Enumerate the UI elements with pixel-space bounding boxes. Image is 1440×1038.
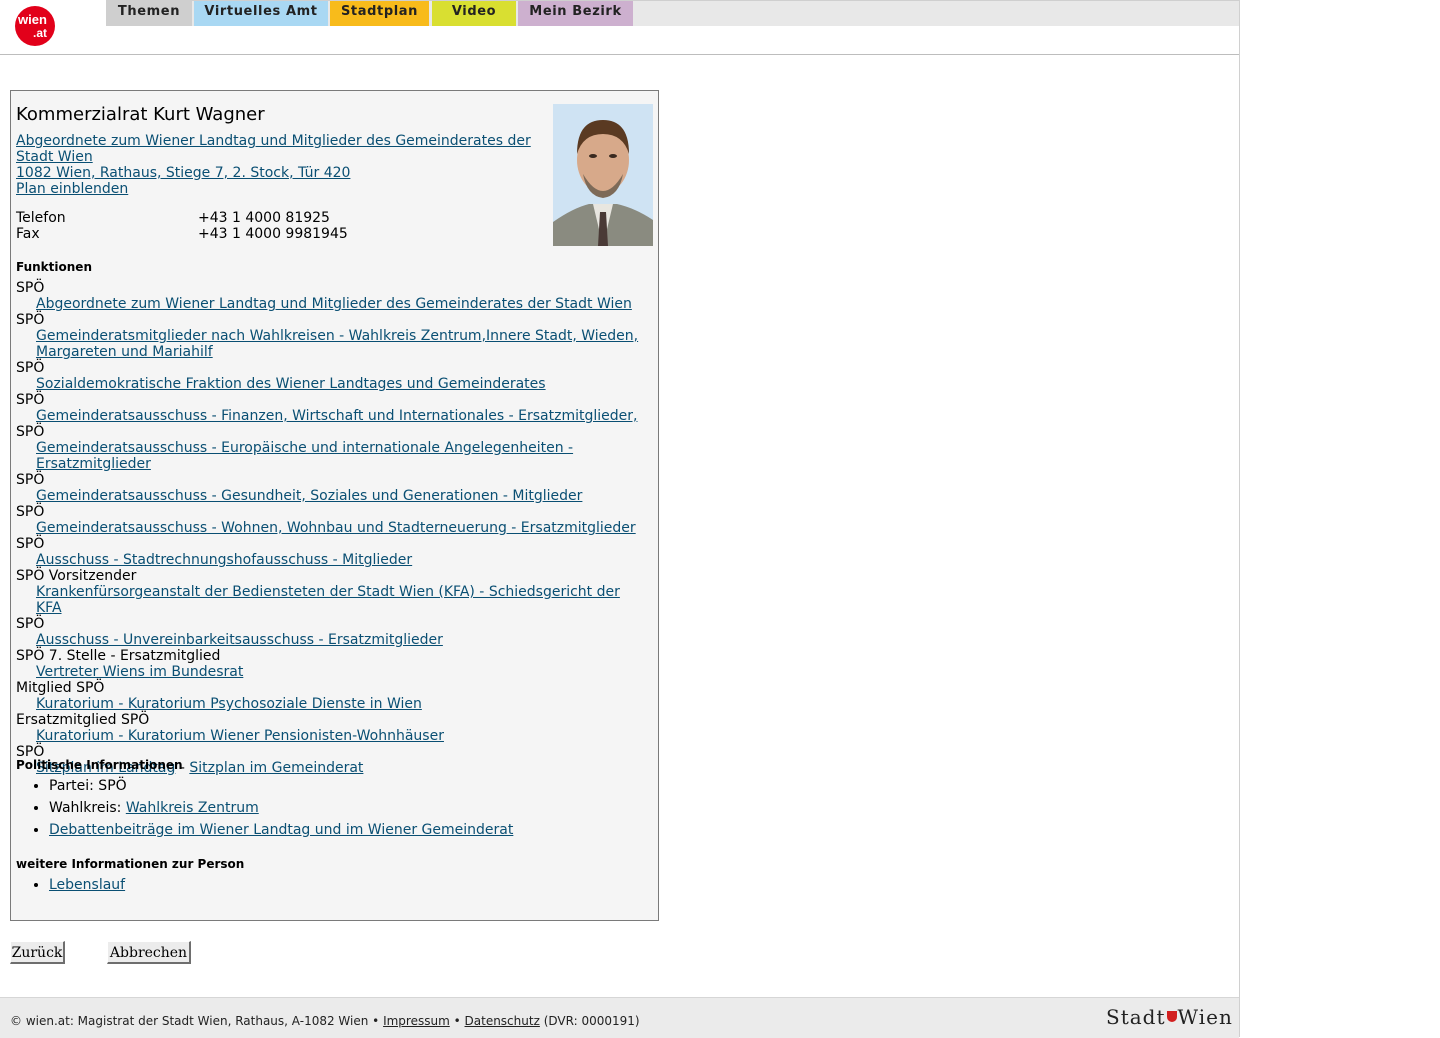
political-list: Partei: SPÖ Wahlkreis: Wahlkreis Zentrum… (16, 775, 513, 841)
person-card: Kommerzialrat Kurt Wagner Abgeordnete zu… (10, 90, 659, 921)
header: wien .at Themen Virtuelles Amt Stadtplan… (0, 0, 1239, 55)
stadt-logo-left: Stadt (1106, 1005, 1166, 1029)
function-item: SPÖ Vorsitzender Krankenfürsorgeanstalt d… (16, 568, 646, 616)
party-label: Partei: SPÖ (49, 778, 127, 794)
function-role: SPÖ 7. Stelle - Ersatzmitglied (16, 648, 221, 664)
function-role: SPÖ (16, 472, 45, 488)
office-link-line1: Abgeordnete zum Wiener Landtag und Mitgl… (16, 133, 531, 149)
function-item: SPÖ Gemeinderatsausschuss - Finanzen, Wir… (16, 392, 646, 424)
logo-text-at: .at (33, 26, 47, 40)
district-label: Wahlkreis: (49, 800, 122, 816)
address-link[interactable]: 1082 Wien, Rathaus, Stiege 7, 2. Stock, … (16, 165, 350, 181)
function-item: Ersatzmitglied SPÖ Kuratorium - Kuratoriu… (16, 712, 646, 744)
tab-mein-bezirk[interactable]: Mein Bezirk (518, 1, 633, 26)
more-info-heading: weitere Informationen zur Person (16, 857, 245, 871)
map-link[interactable]: Plan einblenden (16, 181, 128, 197)
tab-virtuelles-amt[interactable]: Virtuelles Amt (194, 1, 328, 26)
debate-item: Debattenbeiträge im Wiener Landtag und i… (49, 819, 513, 841)
debate-link[interactable]: Debattenbeiträge im Wiener Landtag und i… (49, 822, 513, 838)
coat-of-arms-icon (1166, 1011, 1177, 1022)
function-role: SPÖ (16, 504, 45, 520)
function-item: SPÖ Gemeinderatsausschuss - Gesundheit, S… (16, 472, 646, 504)
function-role: SPÖ (16, 392, 45, 408)
function-item: SPÖ 7. Stelle - Ersatzmitglied Vertreter … (16, 648, 646, 680)
function-item: SPÖ Gemeinderatsausschuss - Europäische u… (16, 424, 646, 472)
function-org-link[interactable]: Vertreter Wiens im Bundesrat (36, 664, 243, 680)
function-org-link[interactable]: Krankenfürsorgeanstalt der Bediensteten … (36, 584, 620, 616)
function-role: SPÖ (16, 312, 45, 328)
function-role: SPÖ (16, 360, 45, 376)
footer-dvr: (DVR: 0000191) (543, 1014, 640, 1028)
person-name: Kommerzialrat Kurt Wagner (16, 104, 265, 125)
function-org-link[interactable]: Kuratorium - Kuratorium Psychosoziale Di… (36, 696, 422, 712)
district-link[interactable]: Wahlkreis Zentrum (126, 800, 259, 816)
political-heading: Politische Informationen (16, 758, 183, 772)
function-item: SPÖ Ausschuss - Stadtrechnungshofausschus… (16, 536, 646, 568)
stadt-wien-logo[interactable]: Stadt Wien (1106, 1005, 1233, 1029)
wien-at-logo[interactable]: wien .at (14, 5, 56, 47)
footer-bullet: • (453, 1014, 461, 1028)
district-item: Wahlkreis: Wahlkreis Zentrum (49, 797, 513, 819)
function-role: SPÖ Vorsitzender (16, 568, 137, 584)
footer-copyright: © wien.at: Magistrat der Stadt Wien, Rat… (10, 1014, 380, 1028)
office-link[interactable]: Abgeordnete zum Wiener Landtag und Mitgl… (16, 133, 531, 165)
function-item: SPÖ Sozialdemokratische Fraktion des Wien… (16, 360, 646, 392)
function-role: Ersatzmitglied SPÖ (16, 712, 150, 728)
back-button[interactable]: Zurück (10, 941, 65, 964)
function-role: SPÖ (16, 424, 45, 440)
function-org-link[interactable]: Gemeinderatsmitglieder nach Wahlkreisen … (16, 328, 638, 360)
logo-text-wien: wien (17, 12, 47, 27)
phone-value: +43 1 4000 81925 (198, 210, 330, 226)
function-item: Mitglied SPÖ Kuratorium - Kuratorium Psyc… (16, 680, 646, 712)
tab-stadtplan[interactable]: Stadtplan (330, 1, 429, 26)
function-org-link[interactable]: Abgeordnete zum Wiener Landtag und Mitgl… (36, 296, 632, 312)
office-link-line2: Stadt Wien (16, 149, 93, 165)
function-org-link[interactable]: Kuratorium - Kuratorium Wiener Pensionis… (36, 728, 444, 744)
stadt-logo-right: Wien (1177, 1005, 1233, 1029)
function-org-link[interactable]: Gemeinderatsausschuss - Finanzen, Wirtsc… (36, 408, 637, 424)
function-item: SPÖ Gemeinderatsmitglieder nach Wahlkreis… (16, 312, 646, 360)
datenschutz-link[interactable]: Datenschutz (465, 1014, 540, 1028)
page: wien .at Themen Virtuelles Amt Stadtplan… (0, 0, 1240, 1038)
function-role: Mitglied SPÖ (16, 680, 105, 696)
cv-link[interactable]: Lebenslauf (49, 877, 125, 893)
functions-heading: Funktionen (16, 260, 92, 274)
function-org-link[interactable]: Gemeinderatsausschuss - Europäische und … (36, 440, 573, 472)
cancel-button[interactable]: Abbrechen (107, 941, 191, 964)
phone-label: Telefon (16, 210, 66, 226)
footer: © wien.at: Magistrat der Stadt Wien, Rat… (0, 997, 1239, 1038)
function-org-link[interactable]: Gemeinderatsausschuss - Wohnen, Wohnbau … (36, 520, 636, 536)
party-item: Partei: SPÖ (49, 775, 513, 797)
function-org-link[interactable]: Ausschuss - Unvereinbarkeitsausschuss - … (36, 632, 443, 648)
cv-item: Lebenslauf (49, 874, 125, 896)
contact-block: Abgeordnete zum Wiener Landtag und Mitgl… (16, 133, 531, 197)
impressum-link[interactable]: Impressum (383, 1014, 450, 1028)
more-info-list: Lebenslauf (16, 874, 125, 896)
function-org-link[interactable]: Ausschuss - Stadtrechnungshofausschuss -… (36, 552, 412, 568)
fax-label: Fax (16, 226, 40, 242)
tab-video[interactable]: Video (432, 1, 516, 26)
function-role: SPÖ (16, 616, 45, 632)
seating-gemeinderat-link[interactable]: Sitzplan im Gemeinderat (189, 760, 363, 776)
function-item: SPÖ Gemeinderatsausschuss - Wohnen, Wohnb… (16, 504, 646, 536)
function-org-link[interactable]: Sozialdemokratische Fraktion des Wiener … (36, 376, 546, 392)
function-role: SPÖ (16, 280, 45, 296)
function-item: SPÖ Ausschuss - Unvereinbarkeitsausschuss… (16, 616, 646, 648)
tab-themen[interactable]: Themen (106, 1, 192, 26)
function-org-link[interactable]: Gemeinderatsausschuss - Gesundheit, Sozi… (36, 488, 582, 504)
fax-value: +43 1 4000 9981945 (198, 226, 348, 242)
function-role: SPÖ (16, 536, 45, 552)
portrait-photo (553, 104, 653, 246)
functions-list: SPÖ Abgeordnete zum Wiener Landtag und Mi… (16, 280, 646, 776)
main-nav: Themen Virtuelles Amt Stadtplan Video Me… (106, 0, 1239, 26)
function-item: SPÖ Abgeordnete zum Wiener Landtag und Mi… (16, 280, 646, 312)
footer-text: © wien.at: Magistrat der Stadt Wien, Rat… (10, 1014, 640, 1028)
